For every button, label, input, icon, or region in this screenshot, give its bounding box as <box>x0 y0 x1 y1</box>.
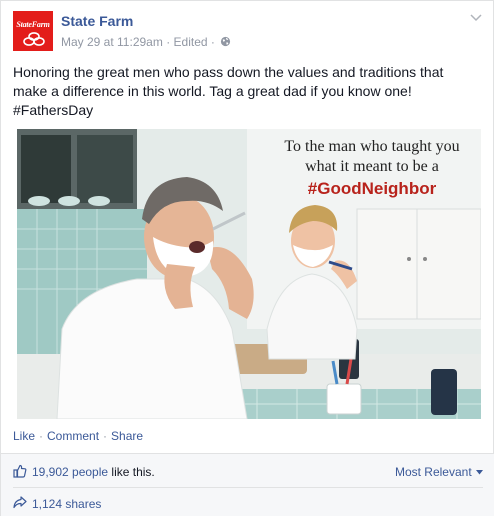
action-separator: · <box>103 429 108 443</box>
sort-comments-dropdown[interactable]: Most Relevant <box>395 465 483 479</box>
caret-down-icon <box>476 470 483 475</box>
post-timestamp[interactable]: May 29 at 11:29am <box>61 35 163 49</box>
message-line: make a difference in this world. Tag a g… <box>13 83 412 99</box>
likes-suffix: like this. <box>108 465 155 479</box>
likes-count-link[interactable]: 19,902 people <box>32 465 108 479</box>
share-link[interactable]: Share <box>111 429 143 443</box>
post-photo[interactable]: To the man who taught you what it meant … <box>17 129 481 419</box>
thumbs-up-icon <box>13 464 27 478</box>
post-message: Honoring the great men who pass down the… <box>13 63 483 120</box>
meta-separator: · <box>166 34 171 49</box>
edited-label[interactable]: Edited <box>174 35 208 49</box>
logo-wordmark: StateFarm <box>16 20 50 29</box>
post-actions: Like · Comment · Share <box>13 429 143 443</box>
message-line: Honoring the great men who pass down the… <box>13 64 444 80</box>
likes-summary: 19,902 people like this. <box>32 465 155 479</box>
photo-caption-line: what it meant to be a <box>305 158 439 175</box>
comment-link[interactable]: Comment <box>47 429 99 443</box>
feedback-section: 19,902 people like this. Most Relevant 1… <box>1 453 494 516</box>
three-ovals-icon <box>23 32 45 46</box>
feedback-divider <box>13 487 483 488</box>
hashtag-fathersday[interactable]: #FathersDay <box>13 101 483 120</box>
shares-count-link[interactable]: 1,124 shares <box>32 497 101 511</box>
facebook-post: StateFarm State Farm May 29 at 11:29am ·… <box>0 0 494 516</box>
likes-row: 19,902 people like this. Most Relevant <box>13 462 483 482</box>
post-meta: May 29 at 11:29am · Edited · <box>61 34 231 49</box>
share-arrow-icon <box>13 496 27 509</box>
post-header: StateFarm State Farm May 29 at 11:29am ·… <box>13 11 483 53</box>
photo-caption-line: To the man who taught you <box>284 138 460 155</box>
page-name-link[interactable]: State Farm <box>61 13 133 29</box>
action-separator: · <box>39 429 44 443</box>
photo-caption-hashtag: #GoodNeighbor <box>307 179 437 198</box>
chevron-down-icon[interactable] <box>469 13 483 23</box>
meta-separator: · <box>210 34 215 49</box>
like-link[interactable]: Like <box>13 429 35 443</box>
globe-icon[interactable] <box>220 36 231 47</box>
sort-label: Most Relevant <box>394 465 472 479</box>
state-farm-logo[interactable]: StateFarm <box>13 11 53 51</box>
